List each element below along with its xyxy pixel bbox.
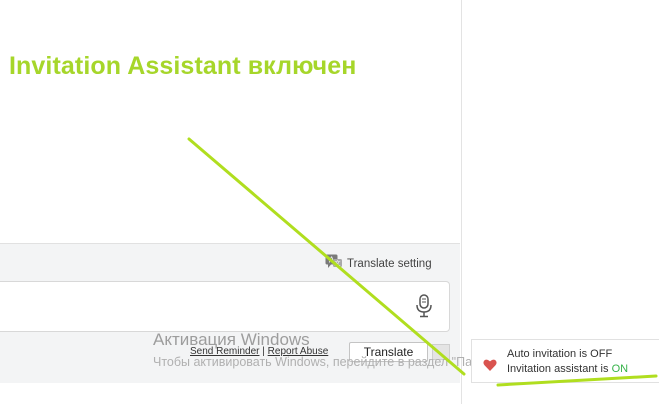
- windows-activation-title: Активация Windows: [153, 330, 310, 349]
- invitation-assistant-value[interactable]: ON: [612, 363, 629, 375]
- heart-icon: [483, 358, 497, 372]
- translate-icon: A 文: [325, 254, 343, 273]
- svg-text:文: 文: [334, 260, 340, 268]
- translate-setting-link[interactable]: A 文 Translate setting: [325, 254, 432, 273]
- invitation-assistant-status: Invitation assistant is ON: [507, 363, 628, 375]
- auto-invitation-status: Auto invitation is OFF: [507, 348, 612, 360]
- microphone-icon[interactable]: [415, 294, 433, 318]
- auto-invitation-label: Auto invitation is: [507, 348, 588, 360]
- invitation-assistant-label: Invitation assistant is: [507, 363, 609, 375]
- message-input[interactable]: [0, 281, 450, 332]
- annotation-title: Invitation Assistant включен: [9, 52, 357, 80]
- translate-setting-label: Translate setting: [347, 257, 432, 270]
- auto-invitation-value[interactable]: OFF: [590, 348, 612, 360]
- invitation-status-panel: [471, 339, 659, 383]
